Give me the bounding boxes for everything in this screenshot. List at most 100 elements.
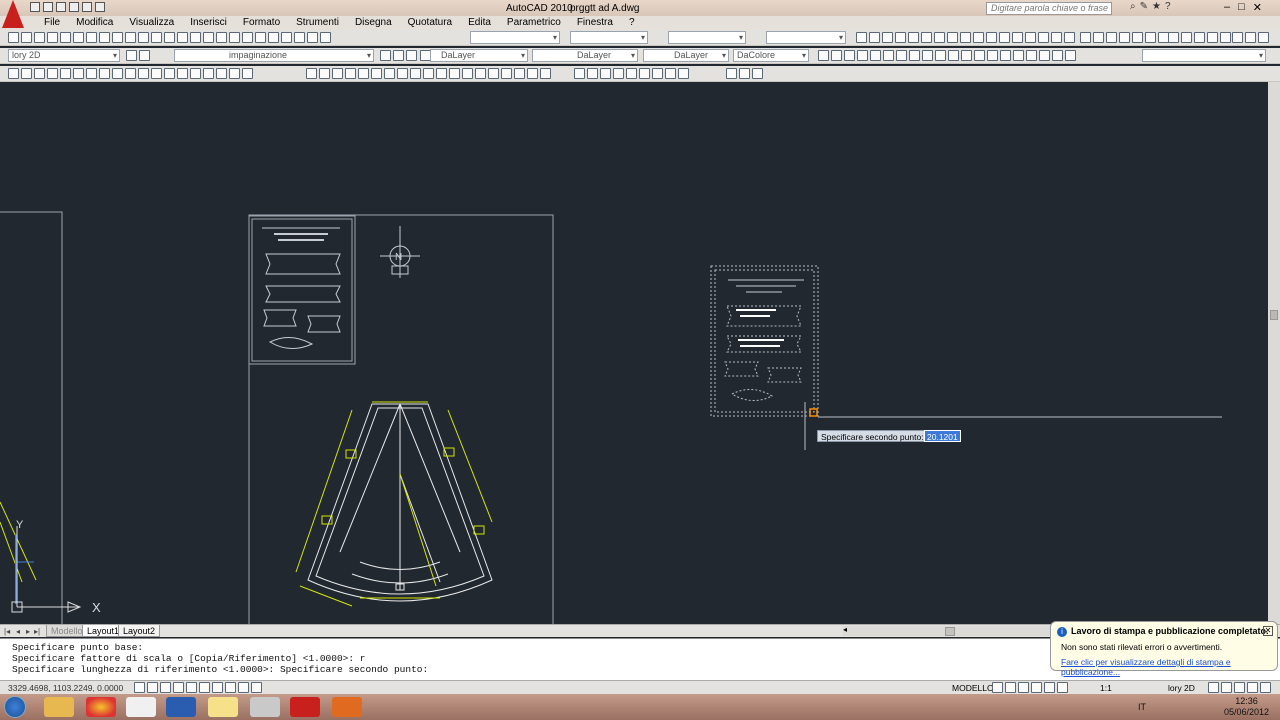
open-icon[interactable] — [21, 32, 32, 43]
mirror-icon[interactable] — [332, 68, 343, 79]
redo-icon[interactable] — [177, 32, 188, 43]
hardware-accel-icon[interactable] — [1221, 682, 1232, 693]
blend-icon[interactable] — [514, 68, 525, 79]
aligned-dim-icon[interactable] — [869, 32, 880, 43]
quick-dim-icon[interactable] — [960, 32, 971, 43]
break-point-icon[interactable] — [449, 68, 460, 79]
undo-icon[interactable] — [69, 2, 79, 12]
draw-revcloud-icon[interactable] — [99, 68, 110, 79]
draw-ellipse-arc-icon[interactable] — [138, 68, 149, 79]
preview-icon[interactable] — [60, 32, 71, 43]
app-taskbar-icon[interactable] — [166, 697, 196, 717]
publish-icon[interactable] — [73, 32, 84, 43]
model-paper-toggle[interactable]: MODELLO — [952, 683, 994, 693]
arc-icon[interactable] — [883, 50, 894, 61]
rotate-icon[interactable] — [384, 68, 395, 79]
workspace-settings-icon[interactable] — [126, 50, 137, 61]
properties-icon[interactable] — [242, 32, 253, 43]
vertical-scroll-thumb[interactable] — [1270, 310, 1278, 320]
open-icon[interactable] — [43, 2, 53, 12]
zoom-out-icon[interactable] — [652, 68, 663, 79]
pan-icon[interactable] — [190, 32, 201, 43]
construction-line-icon[interactable] — [21, 68, 32, 79]
autocad-taskbar-icon[interactable] — [290, 697, 320, 717]
quick-view-layouts-icon[interactable] — [992, 682, 1003, 693]
continue-dim-icon[interactable] — [986, 32, 997, 43]
zoom-in-icon[interactable] — [639, 68, 650, 79]
status-menu-icon[interactable] — [1260, 682, 1271, 693]
scroll-left-icon[interactable]: ◂ — [843, 625, 847, 634]
system-clock[interactable]: 12:36 05/06/2012 — [1224, 696, 1269, 718]
offset-icon[interactable] — [345, 68, 356, 79]
quickcalc-icon[interactable] — [307, 32, 318, 43]
fillet-icon[interactable] — [501, 68, 512, 79]
zoom-extents-icon[interactable] — [678, 68, 689, 79]
inspection-icon[interactable] — [1051, 32, 1062, 43]
draw-arc-icon[interactable] — [73, 68, 84, 79]
new-icon[interactable] — [8, 32, 19, 43]
design-center-icon[interactable] — [255, 32, 266, 43]
ordinate-dim-icon[interactable] — [895, 32, 906, 43]
steering-wheel-icon[interactable] — [1044, 682, 1055, 693]
zoom-window-tb-icon[interactable] — [574, 68, 585, 79]
draw-spline-icon[interactable] — [112, 68, 123, 79]
break-icon[interactable] — [462, 68, 473, 79]
polygon-icon[interactable] — [857, 50, 868, 61]
help-icon[interactable]: ? — [1165, 1, 1171, 12]
menu-inserisci[interactable]: Inserisci — [182, 16, 235, 30]
new-icon[interactable] — [30, 2, 40, 12]
menu-disegna[interactable]: Disegna — [347, 16, 400, 30]
scale-icon[interactable] — [397, 68, 408, 79]
add-selected-icon[interactable] — [1065, 50, 1076, 61]
status-pan-icon[interactable] — [1018, 682, 1029, 693]
foxit-taskbar-icon[interactable] — [332, 697, 362, 717]
viewport-poly-icon[interactable] — [1194, 32, 1205, 43]
help-search-input[interactable]: Digitare parola chiave o frase — [986, 2, 1112, 15]
find-icon[interactable] — [739, 68, 750, 79]
ortho-icon[interactable] — [160, 682, 171, 693]
copy-object-icon[interactable] — [319, 68, 330, 79]
dim-space-icon[interactable] — [999, 32, 1010, 43]
stretch-icon[interactable] — [410, 68, 421, 79]
explorer-taskbar-icon[interactable] — [44, 697, 74, 717]
save-icon[interactable] — [34, 32, 45, 43]
vertical-scrollbar[interactable] — [1268, 82, 1280, 624]
copy-icon[interactable] — [112, 32, 123, 43]
layer-properties-icon[interactable] — [139, 50, 150, 61]
draw-line-icon[interactable] — [8, 68, 19, 79]
jogged-linear-icon[interactable] — [1064, 32, 1075, 43]
plot-icon[interactable] — [95, 2, 105, 12]
paste-icon[interactable] — [125, 32, 136, 43]
menu-modifica[interactable]: Modifica — [68, 16, 121, 30]
text-style-combo[interactable] — [470, 31, 560, 44]
polar-icon[interactable] — [173, 682, 184, 693]
viewport-icon[interactable] — [1168, 32, 1179, 43]
media-player-taskbar-icon[interactable] — [126, 697, 156, 717]
tab-prev-icon[interactable]: ◂ — [16, 627, 20, 636]
viewport-object-icon[interactable] — [1207, 32, 1218, 43]
plot-notification-balloon[interactable]: i Lavoro di stampa e pubblicazione compl… — [1050, 621, 1278, 677]
table-style-combo[interactable] — [668, 31, 746, 44]
lock-icon[interactable] — [1208, 682, 1219, 693]
region-icon[interactable] — [1026, 50, 1037, 61]
arc-dim-icon[interactable] — [882, 32, 893, 43]
zoom-center-icon[interactable] — [613, 68, 624, 79]
layer-match-icon[interactable] — [1080, 32, 1091, 43]
menu-parametrico[interactable]: Parametrico — [499, 16, 569, 30]
match-properties-icon[interactable] — [138, 32, 149, 43]
make-current-icon[interactable] — [380, 50, 391, 61]
draw-circle-icon[interactable] — [86, 68, 97, 79]
language-indicator[interactable]: IT — [1138, 702, 1146, 712]
draw-table-icon[interactable] — [229, 68, 240, 79]
snap-icon[interactable] — [134, 682, 145, 693]
rectangle-icon[interactable] — [870, 50, 881, 61]
tab-first-icon[interactable]: |◂ — [4, 627, 10, 636]
workspace-combo[interactable]: lory 2D — [8, 49, 120, 62]
draw-hatch-icon[interactable] — [190, 68, 201, 79]
zoom-previous-icon[interactable] — [229, 32, 240, 43]
zoom-all-icon[interactable] — [665, 68, 676, 79]
layer-states-icon[interactable] — [406, 50, 417, 61]
tab-layout2[interactable]: Layout2 — [118, 625, 161, 637]
join-icon[interactable] — [475, 68, 486, 79]
minimize-icon[interactable]: – — [1224, 1, 1230, 14]
